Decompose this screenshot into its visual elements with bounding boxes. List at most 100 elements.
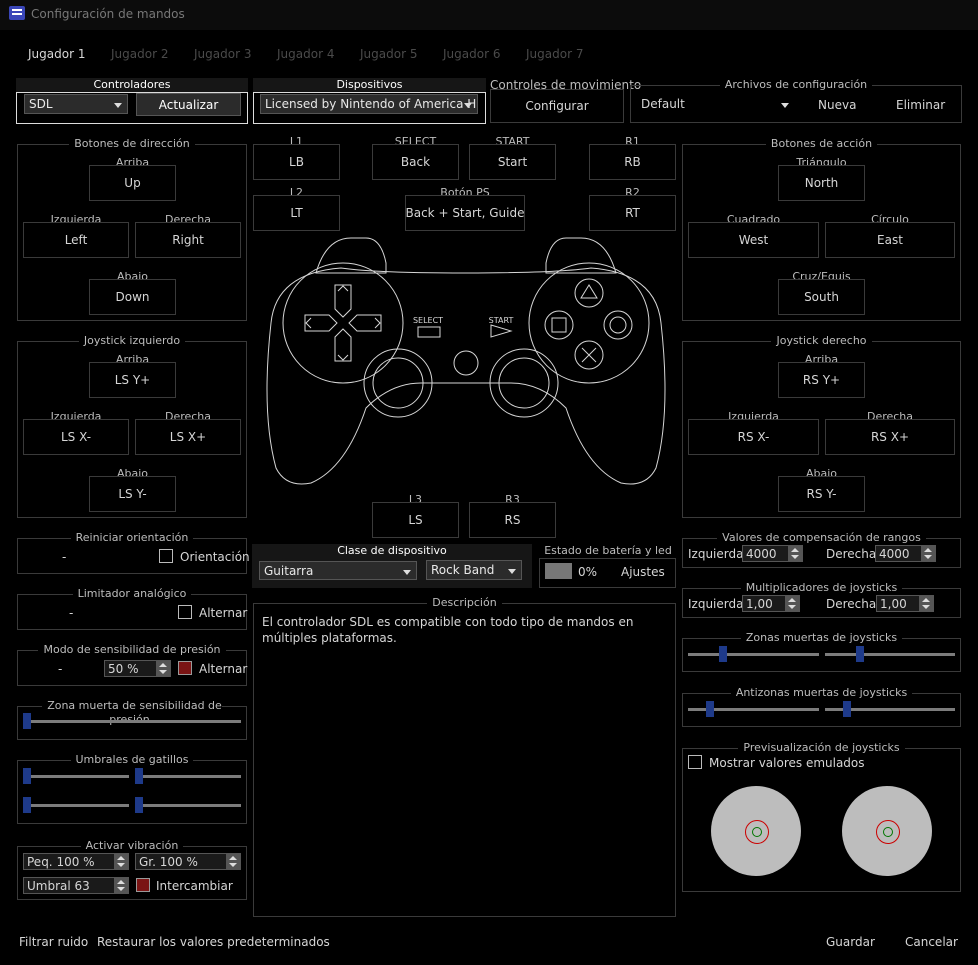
joystick-izquierdo-title: Joystick izquierdo <box>78 334 186 347</box>
descripcion-title: Descripción <box>427 596 502 609</box>
rs-left-button[interactable]: RS X- <box>688 419 819 455</box>
rs-right-button[interactable]: RS X+ <box>825 419 955 455</box>
start-button[interactable]: Start <box>469 144 556 180</box>
config-file-select[interactable]: Default <box>641 97 791 111</box>
dpad-right-button[interactable]: Right <box>135 222 241 258</box>
range-right-spinbox[interactable]: 4000 <box>875 545 936 562</box>
dispositivos-title: Dispositivos <box>331 78 408 91</box>
app-icon <box>9 6 25 20</box>
tab-jugador-6[interactable]: Jugador 6 <box>443 47 500 61</box>
rs-up-button[interactable]: RS Y+ <box>778 362 865 398</box>
ls-down-button[interactable]: LS Y- <box>89 476 176 512</box>
slider-thumb[interactable] <box>23 797 31 813</box>
filter-noise-button[interactable]: Filtrar ruido <box>19 935 88 949</box>
left-joystick-preview <box>711 786 801 876</box>
battery-settings-button[interactable]: Ajustes <box>621 565 665 579</box>
l3-button[interactable]: LS <box>372 502 459 538</box>
configure-motion-button[interactable]: Configurar <box>490 89 624 123</box>
deadzone-right-slider[interactable] <box>825 646 955 662</box>
presion-toggle-checkbox[interactable] <box>178 661 192 675</box>
r1-button[interactable]: RB <box>589 144 676 180</box>
r3-button[interactable]: RS <box>469 502 556 538</box>
l-shoulder-outline <box>315 237 387 274</box>
slider-thumb[interactable] <box>843 701 851 717</box>
vibration-threshold-spinbox[interactable]: Umbral 63 <box>23 877 129 894</box>
limitador-toggle-label: Alternar <box>199 606 248 620</box>
show-emulated-checkbox[interactable] <box>688 755 702 769</box>
device-subtype-select[interactable]: Rock Band <box>426 560 522 580</box>
device-class-select[interactable]: Guitarra <box>259 561 417 580</box>
slider-thumb[interactable] <box>23 713 31 729</box>
multiplier-left-spinbox[interactable]: 1,00 <box>742 595 800 612</box>
slider-thumb[interactable] <box>135 768 143 784</box>
limitador-title: Limitador analógico <box>72 587 192 600</box>
cancel-button[interactable]: Cancelar <box>905 935 958 949</box>
limitador-value[interactable]: - <box>69 606 73 620</box>
limitador-checkbox[interactable] <box>178 605 192 619</box>
device-select[interactable]: Licensed by Nintendo of America Har <box>260 94 478 114</box>
orientation-label: Orientación <box>180 550 250 564</box>
presion-value[interactable]: - <box>58 662 62 676</box>
trigger-threshold-slider-1[interactable] <box>23 768 129 784</box>
trigger-threshold-slider-4[interactable] <box>135 797 241 813</box>
deadzone-left-slider[interactable] <box>688 646 819 662</box>
tab-jugador-3[interactable]: Jugador 3 <box>194 47 251 61</box>
new-config-button[interactable]: Nueva <box>818 98 856 112</box>
slider-thumb[interactable] <box>856 646 864 662</box>
refresh-button[interactable]: Actualizar <box>136 93 241 116</box>
tab-jugador-7[interactable]: Jugador 7 <box>526 47 583 61</box>
multiplier-right-label: Derecha <box>826 597 877 611</box>
bateria-title: Estado de batería y led <box>544 544 672 557</box>
slider-thumb[interactable] <box>706 701 714 717</box>
battery-color-swatch[interactable] <box>545 563 572 579</box>
restore-defaults-button[interactable]: Restaurar los valores predeterminados <box>97 935 330 949</box>
reiniciar-value[interactable]: - <box>62 550 66 564</box>
multiplier-right-spinbox[interactable]: 1,00 <box>876 595 934 612</box>
square-button[interactable]: West <box>688 222 819 258</box>
dpad-up-button[interactable]: Up <box>89 165 176 201</box>
body-outline <box>266 267 666 485</box>
tab-jugador-4[interactable]: Jugador 4 <box>277 47 334 61</box>
ls-up-button[interactable]: LS Y+ <box>89 362 176 398</box>
ps-button[interactable]: Back + Start, Guide <box>405 195 525 231</box>
delete-config-button[interactable]: Eliminar <box>896 98 945 112</box>
gamepad-illustration: SELECT START <box>266 237 666 485</box>
l1-button[interactable]: LB <box>253 144 340 180</box>
select-button[interactable]: Back <box>372 144 459 180</box>
slider-thumb[interactable] <box>719 646 727 662</box>
ls-right-button[interactable]: LS X+ <box>135 419 241 455</box>
square-face <box>544 310 574 340</box>
zona-presion-slider[interactable] <box>23 713 241 729</box>
ls-left-button[interactable]: LS X- <box>23 419 129 455</box>
dpad-down-button[interactable]: Down <box>89 279 176 315</box>
swap-motors-checkbox[interactable] <box>136 878 150 892</box>
slider-thumb[interactable] <box>135 797 143 813</box>
r2-button[interactable]: RT <box>589 195 676 231</box>
dpad-left-button[interactable]: Left <box>23 222 129 258</box>
l2-button[interactable]: LT <box>253 195 340 231</box>
circle-button[interactable]: East <box>825 222 955 258</box>
triangle-button[interactable]: North <box>778 165 865 201</box>
tab-jugador-2[interactable]: Jugador 2 <box>111 47 168 61</box>
range-left-label: Izquierda <box>688 547 744 561</box>
circle-face <box>603 310 633 340</box>
presion-spinbox[interactable]: 50 % <box>104 660 171 677</box>
cross-button[interactable]: South <box>778 279 865 315</box>
antideadzone-right-slider[interactable] <box>825 701 955 717</box>
orientation-checkbox[interactable] <box>159 549 173 563</box>
window-title: Configuración de mandos <box>31 7 185 21</box>
controller-select[interactable]: SDL <box>24 94 128 114</box>
trigger-threshold-slider-2[interactable] <box>135 768 241 784</box>
save-button[interactable]: Guardar <box>826 935 875 949</box>
antideadzone-left-slider[interactable] <box>688 701 819 717</box>
tab-jugador-1[interactable]: Jugador 1 <box>28 47 85 61</box>
rangos-title: Valores de compensación de rangos <box>717 531 926 544</box>
rs-down-button[interactable]: RS Y- <box>778 476 865 512</box>
trigger-threshold-slider-3[interactable] <box>23 797 129 813</box>
tab-jugador-5[interactable]: Jugador 5 <box>360 47 417 61</box>
slider-thumb[interactable] <box>23 768 31 784</box>
range-left-spinbox[interactable]: 4000 <box>742 545 803 562</box>
small-motor-spinbox[interactable]: Peq. 100 % <box>23 853 129 870</box>
large-motor-spinbox[interactable]: Gr. 100 % <box>135 853 241 870</box>
description-text: El controlador SDL es compatible con tod… <box>262 615 634 645</box>
